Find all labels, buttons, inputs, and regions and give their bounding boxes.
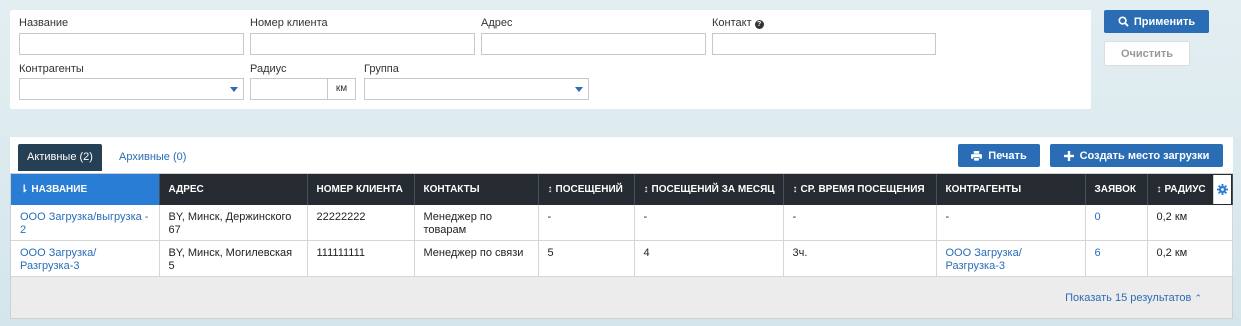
address-filter-input[interactable] [481, 33, 706, 55]
row-radius: 0,2 км [1147, 240, 1233, 277]
row-address: BY, Минск, Могилевская 5 [159, 240, 308, 277]
row-avg-time: 3ч. [783, 240, 937, 277]
row-requests-link[interactable]: 6 [1095, 247, 1101, 259]
column-header-label: Название [31, 184, 88, 195]
row-client-number: 22222222 [307, 205, 415, 241]
search-icon [1118, 16, 1129, 27]
column-header-label: Ср. время посещения [800, 184, 925, 195]
create-loading-place-button[interactable]: Создать место загрузки [1050, 144, 1223, 167]
help-icon[interactable]: ? [754, 20, 764, 29]
column-header-address[interactable]: Адрес [159, 174, 308, 205]
tab-active[interactable]: Активные (2) [18, 144, 102, 171]
table-header-row: ⇂ Название Адрес Номер клиента Контакты ↕… [11, 174, 1233, 205]
tab-archive[interactable]: Архивные (0) [119, 144, 186, 171]
row-visits-month: - [634, 205, 784, 241]
row-avg-time: - [783, 205, 937, 241]
row-name-link[interactable]: ООО Загрузка/выгрузка - 2 [20, 211, 148, 236]
sort-asc-icon: ⇂ [20, 184, 29, 195]
address-filter-label: Адрес [481, 17, 513, 29]
column-header-label: Посещений за месяц [651, 184, 775, 195]
column-header-client-number[interactable]: Номер клиента [307, 174, 415, 205]
column-header-visits-month[interactable]: ↕ Посещений за месяц [634, 174, 784, 205]
row-radius: 0,2 км [1147, 205, 1233, 241]
column-header-visits[interactable]: ↕ Посещений [538, 174, 635, 205]
column-header-counterparties[interactable]: Контрагенты [936, 174, 1086, 205]
group-filter-label: Группа [364, 63, 399, 75]
sort-icon: ↕ [643, 184, 649, 195]
column-header-requests[interactable]: Заявок [1085, 174, 1148, 205]
table-row: ООО Загрузка/выгрузка - 2 BY, Минск, Дер… [11, 205, 1233, 241]
contact-filter-input[interactable] [712, 33, 936, 55]
filter-panel: Название Номер клиента Адрес Контакт? Ко… [10, 10, 1091, 109]
row-counterparties: - [936, 205, 1086, 241]
create-button-label: Создать место загрузки [1079, 149, 1210, 162]
radius-unit: км [328, 78, 356, 100]
counterparties-filter-label: Контрагенты [19, 63, 84, 75]
clear-button[interactable]: Очистить [1104, 41, 1190, 66]
counterparties-select[interactable] [19, 78, 244, 100]
name-filter-input[interactable] [19, 33, 244, 55]
show-more-label: Показать 15 результатов [1065, 292, 1192, 304]
chevron-up-icon: ⌃ [1194, 293, 1202, 303]
column-header-label: Радиус [1164, 184, 1206, 195]
row-counterparties-link[interactable]: ООО Загрузка/ Разгрузка-3 [946, 247, 1022, 272]
row-client-number: 111111111 [307, 240, 415, 277]
client-number-filter-label: Номер клиента [250, 17, 328, 29]
column-header-avg-time[interactable]: ↕ Ср. время посещения [783, 174, 937, 205]
column-header-contacts[interactable]: Контакты [414, 174, 539, 205]
column-header-name[interactable]: ⇂ Название [11, 174, 160, 205]
row-visits: - [538, 205, 635, 241]
radius-filter-label: Радиус [250, 63, 287, 75]
row-contacts: Менеджер по товарам [414, 205, 539, 241]
print-icon [971, 150, 983, 161]
row-requests-link[interactable]: 0 [1095, 211, 1101, 223]
plus-icon [1063, 150, 1074, 161]
results-table: ⇂ Название Адрес Номер клиента Контакты ↕… [11, 174, 1233, 277]
apply-button-label: Применить [1133, 15, 1196, 28]
row-contacts: Менеджер по связи [414, 240, 539, 277]
column-header-label: Посещений [555, 184, 623, 195]
contact-filter-label-text: Контакт [712, 17, 752, 29]
group-select[interactable] [364, 78, 589, 100]
print-button[interactable]: Печать [958, 144, 1040, 167]
row-visits: 5 [538, 240, 635, 277]
gear-icon [1217, 184, 1228, 195]
table-row: ООО Загрузка/ Разгрузка-3 BY, Минск, Мог… [11, 240, 1233, 277]
column-settings-button[interactable] [1213, 175, 1231, 204]
sort-icon: ↕ [1156, 184, 1162, 195]
client-number-filter-input[interactable] [250, 33, 475, 55]
apply-button[interactable]: Применить [1104, 10, 1209, 33]
row-name-link[interactable]: ООО Загрузка/ Разгрузка-3 [20, 247, 96, 272]
sort-icon: ↕ [547, 184, 553, 195]
row-address: BY, Минск, Держинского 67 [159, 205, 308, 241]
results-table-container: ⇂ Название Адрес Номер клиента Контакты ↕… [10, 173, 1233, 319]
radius-input[interactable] [250, 78, 328, 100]
contact-filter-label: Контакт? [712, 17, 764, 29]
name-filter-label: Название [19, 17, 69, 29]
sort-icon: ↕ [792, 184, 798, 195]
row-visits-month: 4 [634, 240, 784, 277]
print-button-label: Печать [988, 149, 1027, 162]
list-panel: Активные (2) Архивные (0) Печать Создать… [10, 137, 1233, 319]
show-more-link[interactable]: Показать 15 результатов ⌃ [1065, 292, 1202, 304]
